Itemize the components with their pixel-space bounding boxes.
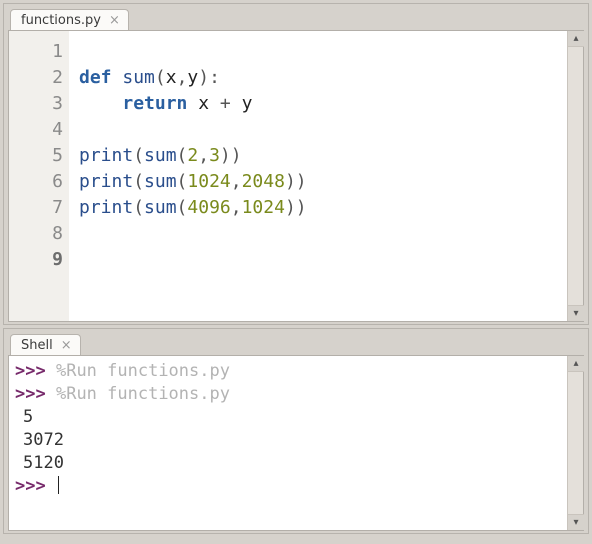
- keyword-return: return: [122, 93, 187, 114]
- keyword-def: def: [79, 67, 112, 88]
- tab-label: functions.py: [21, 13, 101, 28]
- shell-console[interactable]: >>> %Run functions.py >>> %Run functions…: [9, 356, 583, 530]
- tab-close-icon[interactable]: ×: [107, 14, 122, 27]
- line-number: 6: [9, 169, 63, 195]
- scroll-down-icon[interactable]: ▾: [568, 305, 584, 321]
- prompt: >>>: [15, 476, 46, 496]
- tab-shell[interactable]: Shell ×: [10, 334, 81, 356]
- shell-line: >>> %Run functions.py: [15, 360, 577, 383]
- line-number: 1: [9, 39, 63, 65]
- call-print: print: [79, 171, 133, 192]
- tab-close-icon[interactable]: ×: [59, 339, 74, 352]
- scroll-up-icon[interactable]: ▴: [568, 356, 584, 372]
- prompt: >>>: [15, 384, 46, 404]
- shell-line[interactable]: >>>: [15, 475, 577, 498]
- shell-panel: Shell × >>> %Run functions.py >>> %Run f…: [3, 328, 589, 534]
- line-gutter: 1 2 3 4 5 6 7 8 9: [9, 31, 69, 321]
- scroll-up-icon[interactable]: ▴: [568, 31, 584, 47]
- function-name: sum: [122, 67, 155, 88]
- code-editor[interactable]: 1 2 3 4 5 6 7 8 9 def sum(x,y): return x…: [9, 31, 583, 321]
- shell-scrollbar[interactable]: ▴ ▾: [567, 356, 583, 530]
- prompt: >>>: [15, 361, 46, 381]
- tab-functions-py[interactable]: functions.py ×: [10, 9, 129, 31]
- line-number: 8: [9, 221, 63, 247]
- shell-output: 5120: [23, 452, 577, 475]
- line-number: 9: [9, 247, 63, 273]
- call-print: print: [79, 197, 133, 218]
- line-number: 4: [9, 117, 63, 143]
- code-text[interactable]: def sum(x,y): return x + yprint(sum(2,3)…: [69, 31, 583, 321]
- shell-command: %Run functions.py: [56, 361, 230, 381]
- tab-label: Shell: [21, 338, 53, 353]
- line-number: 3: [9, 91, 63, 117]
- cursor: [58, 476, 59, 494]
- shell-output: 5: [23, 406, 577, 429]
- shell-tabs: Shell ×: [4, 329, 588, 355]
- editor-tabs: functions.py ×: [4, 4, 588, 30]
- editor-panel: functions.py × 1 2 3 4 5 6 7 8 9 def sum…: [3, 3, 589, 325]
- call-print: print: [79, 145, 133, 166]
- shell-command: %Run functions.py: [56, 384, 230, 404]
- shell-line: >>> %Run functions.py: [15, 383, 577, 406]
- editor-frame: 1 2 3 4 5 6 7 8 9 def sum(x,y): return x…: [8, 30, 584, 322]
- line-number: 5: [9, 143, 63, 169]
- shell-output: 3072: [23, 429, 577, 452]
- line-number: 7: [9, 195, 63, 221]
- scroll-down-icon[interactable]: ▾: [568, 514, 584, 530]
- shell-frame: >>> %Run functions.py >>> %Run functions…: [8, 355, 584, 531]
- line-number: 2: [9, 65, 63, 91]
- editor-scrollbar[interactable]: ▴ ▾: [567, 31, 583, 321]
